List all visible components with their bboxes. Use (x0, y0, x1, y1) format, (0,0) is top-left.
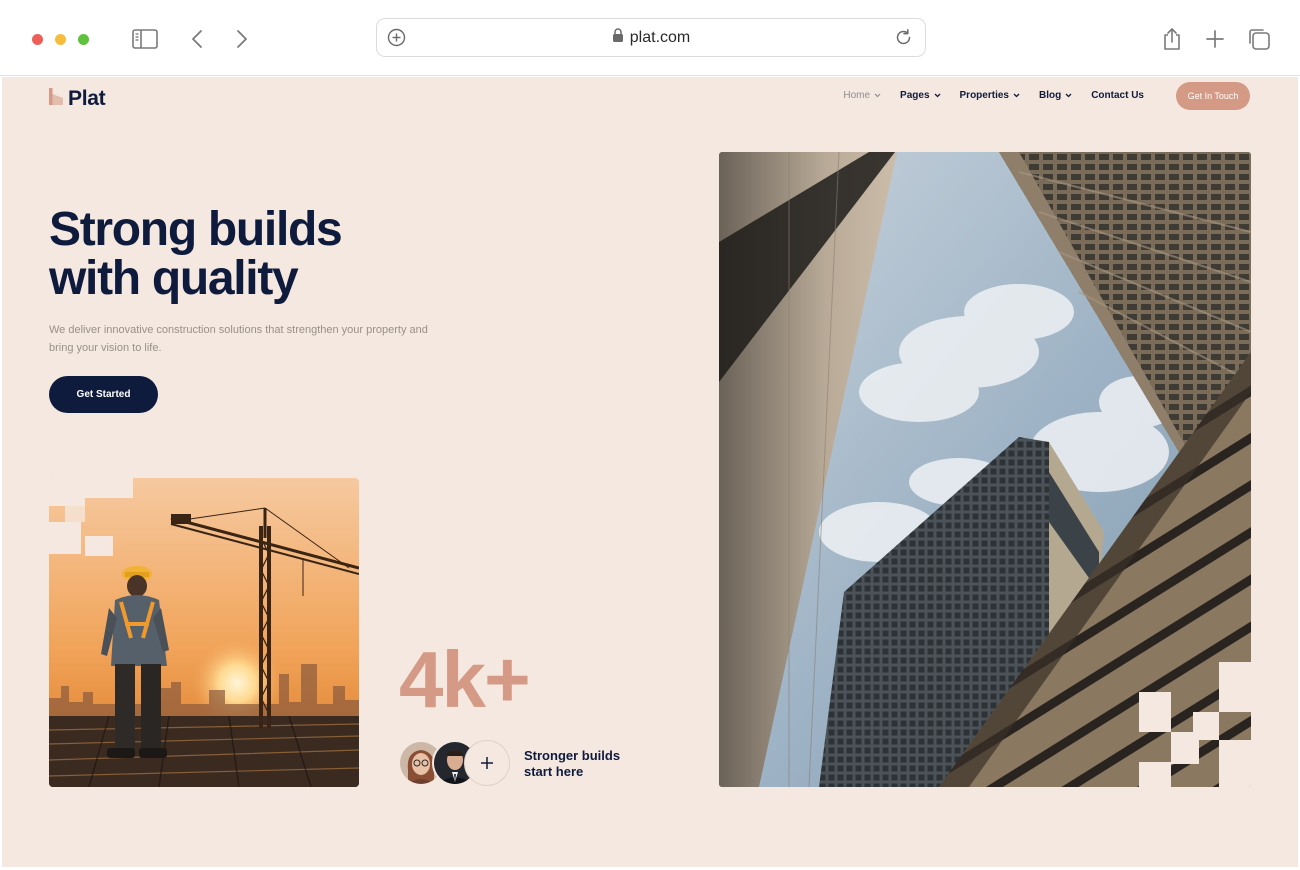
nav-item-home[interactable]: Home (843, 90, 881, 101)
project-count-stat: 4k+ (399, 635, 531, 724)
nav-item-label: Contact Us (1091, 90, 1144, 101)
site-settings-icon[interactable] (387, 28, 406, 52)
address-url: plat.com (629, 28, 691, 46)
nav-item-blog[interactable]: Blog (1039, 90, 1072, 101)
stat-caption: Stronger builds start here (524, 748, 634, 780)
logo-mark-icon (49, 88, 63, 110)
nav-item-properties[interactable]: Properties (960, 90, 1020, 101)
hero-title: Strong builds with quality (49, 205, 449, 303)
plus-icon (481, 757, 493, 769)
nav-item-label: Pages (900, 90, 930, 101)
stat-caption-line: start here (524, 764, 584, 779)
decorative-square (85, 478, 133, 498)
chevron-down-icon (1013, 93, 1020, 98)
chevron-down-icon (1065, 93, 1072, 98)
decorative-square (85, 536, 113, 556)
hero-subtitle: We deliver innovative construction solut… (49, 324, 428, 354)
minimize-window-button[interactable] (55, 34, 66, 45)
nav-item-label: Blog (1038, 90, 1062, 101)
maximize-window-button[interactable] (78, 34, 89, 45)
chevron-down-icon (874, 93, 881, 98)
plus-icon[interactable] (1200, 24, 1230, 54)
reload-icon[interactable] (894, 28, 913, 52)
site-logo[interactable]: Plat (49, 87, 106, 111)
logo-text: Plat (68, 87, 106, 110)
browser-toolbar: plat.com (0, 0, 1300, 76)
add-member-button[interactable] (464, 740, 510, 786)
address-bar[interactable]: plat.com (376, 18, 926, 57)
nav-item-label: Home (843, 90, 871, 101)
chevron-left-icon[interactable] (182, 24, 212, 54)
chevron-right-icon[interactable] (227, 24, 257, 54)
avatar-group (398, 740, 516, 788)
chevron-down-icon (934, 93, 940, 98)
worker-sunset-illustration (49, 478, 359, 787)
get-started-button[interactable]: Get Started (49, 376, 158, 413)
sidebar-icon[interactable] (130, 24, 160, 54)
stat-caption-line: Stronger builds (524, 748, 621, 763)
decorative-square (65, 506, 85, 522)
tabs-icon[interactable] (1244, 24, 1274, 54)
decorative-square (49, 522, 81, 554)
lock-icon (612, 27, 624, 48)
hero-title-line: with quality (49, 252, 299, 305)
hero-title-line: Strong builds (49, 203, 343, 256)
skyscraper-image (719, 152, 1251, 787)
close-window-button[interactable] (32, 34, 43, 45)
nav-item-contact[interactable]: Contact Us (1091, 90, 1144, 101)
skyscraper-illustration (719, 152, 1251, 787)
share-icon[interactable] (1157, 24, 1187, 54)
nav-item-pages[interactable]: Pages (900, 90, 940, 101)
construction-worker-image (49, 478, 359, 787)
nav-item-label: Properties (959, 90, 1009, 101)
get-in-touch-button[interactable]: Get In Touch (1176, 82, 1250, 110)
main-nav: Home Pages Properties Blog Contact Us (824, 90, 1144, 101)
decorative-square (49, 478, 85, 506)
web-page: Plat Home Pages Properties Blog Contact … (2, 77, 1298, 867)
